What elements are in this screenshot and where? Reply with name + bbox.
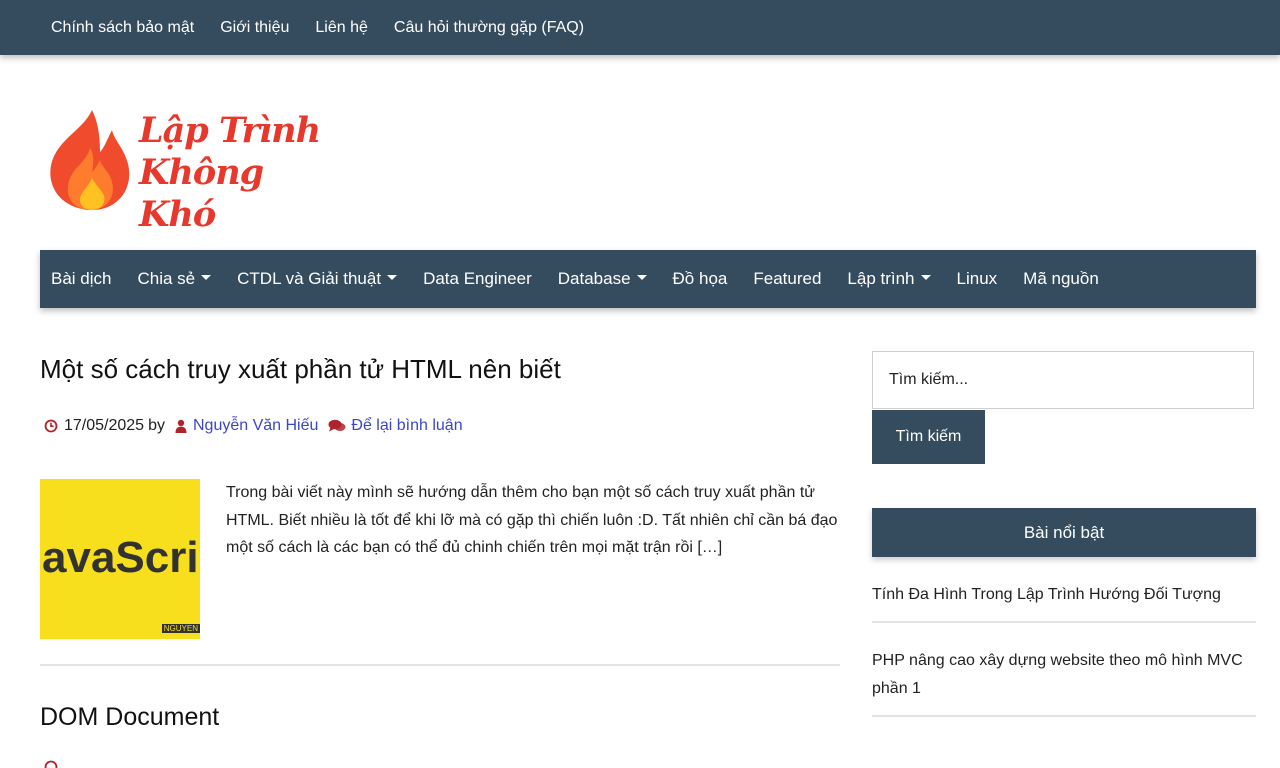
nav-item-label: Database	[557, 269, 631, 288]
featured-post-link[interactable]: Tính Đa Hình Trong Lập Trình Hướng Đối T…	[872, 571, 1256, 623]
logo-wordmark: Lập Trình Không Khó	[139, 110, 334, 236]
post-comment-link[interactable]: Để lại bình luận	[351, 417, 462, 435]
nav-item-chia-se[interactable]: Chia sẻ	[137, 250, 237, 308]
nav-item-featured[interactable]: Featured	[753, 250, 847, 308]
featured-post-link[interactable]: PHP nâng cao xây dựng website theo mô hì…	[872, 623, 1256, 717]
post-meta-2	[44, 760, 58, 768]
nav-item-label: CTDL và Giải thuật	[237, 269, 382, 288]
user-icon	[175, 419, 187, 433]
nav-item-label: Featured	[753, 269, 822, 288]
topnav-contact-link[interactable]: Liên hệ	[302, 0, 381, 55]
topnav-faq-link[interactable]: Câu hỏi thường gặp (FAQ)	[381, 0, 597, 55]
nav-item-label: Chia sẻ	[137, 269, 196, 288]
comments-icon	[328, 419, 346, 432]
post-excerpt: Trong bài viết này mình sẽ hướng dẫn thê…	[226, 484, 838, 556]
clock-icon	[44, 760, 58, 768]
post-thumbnail[interactable]: avaScrip NGUYEN	[40, 479, 200, 639]
caret-down-icon	[387, 275, 398, 281]
thumbnail-caption: avaScrip	[42, 533, 200, 582]
post-by-label: by	[148, 417, 165, 434]
caret-down-icon	[201, 275, 212, 281]
nav-item-bai-dich[interactable]: Bài dịch	[51, 250, 137, 308]
nav-item-lap-trinh[interactable]: Lập trình	[847, 250, 956, 308]
top-navbar: Chính sách bảo mật Giới thiệu Liên hệ Câ…	[0, 0, 1280, 55]
nav-item-do-hoa[interactable]: Đồ họa	[673, 250, 754, 308]
site-logo[interactable]: Lập Trình Không Khó	[44, 104, 334, 235]
thumbnail-watermark: NGUYEN	[161, 624, 200, 633]
featured-posts-list: Tính Đa Hình Trong Lập Trình Hướng Đối T…	[872, 571, 1256, 717]
nav-item-ctdl[interactable]: CTDL và Giải thuật	[237, 250, 423, 308]
post-author-link[interactable]: Nguyễn Văn Hiếu	[193, 417, 318, 435]
nav-item-label: Mã nguồn	[1023, 269, 1099, 288]
logo-line-2: Không Khó	[139, 152, 264, 235]
post-title[interactable]: Một số cách truy xuất phần tử HTML nên b…	[40, 354, 830, 385]
nav-item-database[interactable]: Database	[558, 250, 673, 308]
caret-down-icon	[920, 275, 931, 281]
flame-icon	[50, 110, 130, 211]
nav-item-ma-nguon[interactable]: Mã nguồn	[1023, 250, 1125, 308]
post-meta: 17/05/2025 by Nguyễn Văn Hiếu Để lại bìn…	[44, 417, 463, 435]
topnav-privacy-link[interactable]: Chính sách bảo mật	[0, 0, 207, 55]
main-navbar: Bài dịch Chia sẻ CTDL và Giải thuật Data…	[40, 250, 1256, 308]
post-date: 17/05/2025	[64, 417, 145, 434]
caret-down-icon	[636, 275, 647, 281]
clock-icon	[44, 419, 58, 433]
post-divider	[40, 664, 840, 666]
search-input[interactable]: Tìm kiếm...	[872, 351, 1254, 409]
featured-widget-title: Bài nổi bật	[872, 508, 1256, 557]
nav-item-data-engineer[interactable]: Data Engineer	[423, 250, 558, 308]
nav-item-label: Data Engineer	[423, 269, 532, 288]
nav-item-label: Đồ họa	[672, 269, 728, 288]
search-button[interactable]: Tìm kiếm	[872, 410, 985, 464]
nav-item-linux[interactable]: Linux	[957, 250, 1024, 308]
nav-item-label: Linux	[956, 269, 998, 288]
topnav-about-link[interactable]: Giới thiệu	[207, 0, 302, 55]
nav-item-label: Lập trình	[847, 269, 915, 288]
post-title-2[interactable]: DOM Document	[40, 703, 219, 732]
nav-item-label: Bài dịch	[51, 269, 112, 288]
logo-line-1: Lập Trình	[139, 110, 321, 151]
